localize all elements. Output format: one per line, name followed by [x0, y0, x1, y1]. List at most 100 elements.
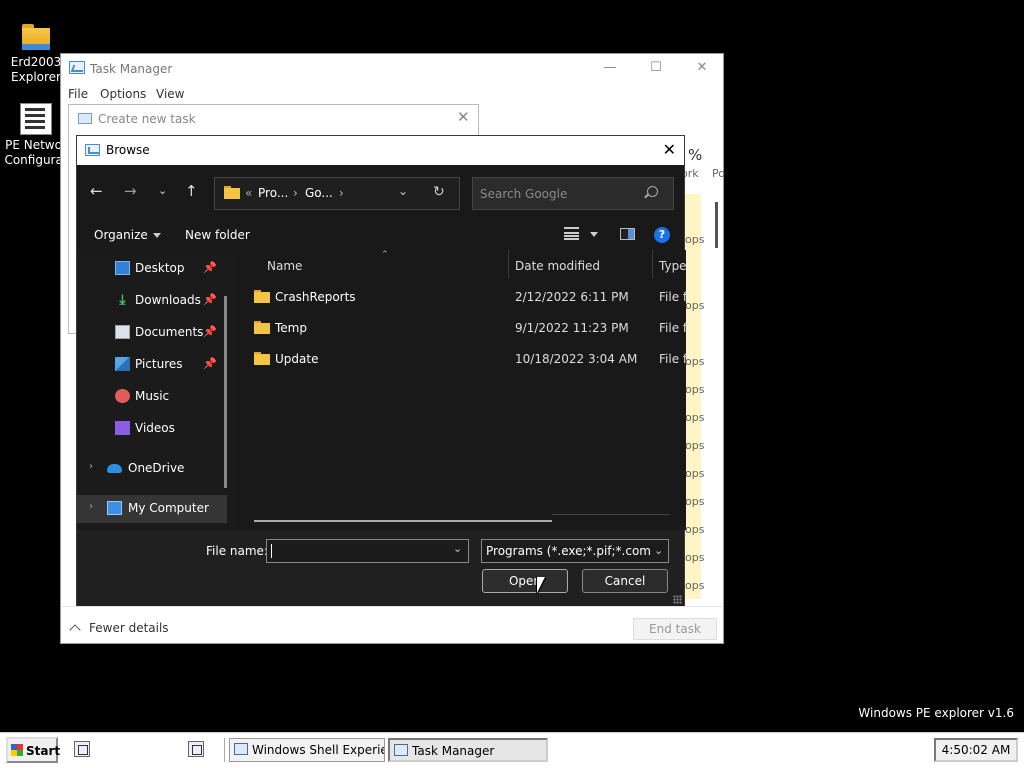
menu-file[interactable]: File — [68, 87, 88, 101]
view-list-icon[interactable] — [564, 227, 579, 240]
file-name-input[interactable] — [271, 543, 449, 559]
file-date: 9/1/2022 11:23 PM — [515, 321, 629, 335]
desktop: Erd2003 Explorer PE Networ Configurat Ta… — [0, 0, 1024, 768]
cancel-button[interactable]: Cancel — [582, 569, 668, 593]
organize-button[interactable]: Organize — [94, 228, 161, 242]
menu-view[interactable]: View — [156, 87, 184, 101]
browse-titlebar[interactable]: Browse ✕ — [77, 136, 684, 165]
preview-pane-icon[interactable] — [620, 228, 635, 240]
nav-label: Desktop — [135, 261, 185, 275]
create-task-close-button[interactable]: ✕ — [457, 108, 470, 126]
address-ellipsis[interactable]: « — [245, 186, 252, 200]
column-header-power[interactable]: Po — [712, 167, 725, 180]
browse-icon — [85, 144, 100, 156]
end-task-button[interactable]: End task — [633, 618, 717, 640]
pin-icon[interactable]: 📌 — [203, 357, 217, 370]
menu-options[interactable]: Options — [100, 87, 146, 101]
pin-icon[interactable]: 📌 — [203, 261, 217, 274]
nav-item-music[interactable]: Music — [77, 383, 227, 411]
resize-grip[interactable] — [673, 595, 682, 604]
nav-item-downloads[interactable]: ⤓ Downloads 📌 — [77, 287, 227, 315]
view-options-caret-icon[interactable] — [590, 232, 598, 237]
column-header-name[interactable]: Name — [267, 259, 302, 273]
nav-item-onedrive[interactable]: › OneDrive — [77, 455, 227, 483]
back-arrow-icon[interactable]: ← — [90, 182, 103, 200]
chevron-right-icon[interactable]: › — [293, 186, 298, 200]
file-row[interactable]: CrashReports 2/12/2022 6:11 PM File fold… — [251, 282, 686, 312]
file-row[interactable]: Update 10/18/2022 3:04 AM File folder — [251, 344, 686, 374]
quick-launch-icon[interactable] — [74, 741, 90, 757]
column-separator[interactable] — [652, 250, 653, 278]
column-separator[interactable] — [508, 250, 509, 278]
file-date: 2/12/2022 6:11 PM — [515, 290, 629, 304]
address-segment-google[interactable]: Go... — [305, 186, 333, 200]
command-bar: Organize New folder ? — [77, 220, 684, 250]
nav-item-documents[interactable]: Documents 📌 — [77, 319, 227, 347]
nav-item-pictures[interactable]: Pictures 📌 — [77, 351, 227, 379]
file-type: File folder — [659, 290, 686, 304]
nav-label: Downloads — [135, 293, 201, 307]
minimize-button[interactable]: — — [587, 54, 633, 84]
refresh-icon[interactable]: ↻ — [433, 184, 445, 200]
taskbar-item-task-manager[interactable]: Task Manager — [388, 738, 548, 762]
address-segment-programs[interactable]: Pro... — [258, 186, 288, 200]
recent-locations-chevron-icon[interactable]: ⌄ — [158, 184, 167, 197]
chevron-down-icon[interactable]: ⌄ — [453, 542, 462, 555]
taskbar-clock: 4:50:02 AM — [934, 738, 1018, 762]
maximize-button[interactable]: ☐ — [633, 54, 679, 84]
vertical-scrollbar[interactable] — [715, 202, 718, 248]
task-manager-titlebar[interactable]: Task Manager — ☐ ✕ — [61, 54, 723, 84]
nav-item-my-computer[interactable]: › My Computer — [77, 495, 227, 523]
forward-arrow-icon[interactable]: → — [124, 182, 137, 200]
search-icon[interactable] — [647, 186, 658, 197]
column-header-date[interactable]: Date modified — [515, 259, 600, 273]
navigation-scrollbar[interactable] — [224, 296, 227, 488]
task-manager-icon — [394, 744, 408, 756]
task-manager-footer: Fewer details End task — [61, 606, 723, 644]
pin-icon[interactable]: 📌 — [203, 325, 217, 338]
nav-item-videos[interactable]: Videos — [77, 415, 227, 443]
file-type: File folder — [659, 352, 686, 366]
navigation-pane: Desktop 📌 ⤓ Downloads 📌 Documents 📌 Pict… — [77, 250, 235, 530]
nav-item-desktop[interactable]: Desktop 📌 — [77, 255, 227, 283]
fewer-details-button[interactable]: Fewer details — [69, 621, 169, 636]
computer-icon — [107, 501, 122, 515]
file-row[interactable]: Temp 9/1/2022 11:23 PM File folder — [251, 313, 686, 343]
nav-label: Videos — [135, 421, 175, 435]
close-button[interactable]: ✕ — [679, 54, 725, 84]
network-column — [685, 194, 701, 599]
search-input[interactable] — [480, 185, 640, 203]
help-icon[interactable]: ? — [654, 227, 670, 243]
taskbar-item-label: Task Manager — [412, 744, 495, 758]
address-bar[interactable]: « Pro... › Go... › ⌄ ↻ — [214, 177, 460, 210]
file-name: CrashReports — [275, 290, 356, 304]
caret-down-icon — [152, 233, 161, 238]
network-value: ops — [685, 467, 705, 480]
up-arrow-icon[interactable]: ↑ — [185, 182, 198, 200]
search-box[interactable] — [472, 177, 674, 210]
new-folder-button[interactable]: New folder — [185, 228, 250, 242]
browse-close-button[interactable]: ✕ — [663, 140, 676, 159]
taskbar-item-shell[interactable]: Windows Shell Experienc... — [229, 738, 385, 762]
file-name-combobox[interactable]: ⌄ — [266, 539, 469, 563]
chevron-right-icon[interactable]: › — [339, 186, 344, 200]
windows-flag-icon — [11, 744, 23, 756]
task-manager-title: Task Manager — [90, 62, 173, 76]
start-button[interactable]: Start — [6, 737, 61, 763]
column-header-type[interactable]: Type — [659, 259, 687, 273]
address-dropdown-icon[interactable]: ⌄ — [398, 184, 408, 198]
open-button[interactable]: Open — [482, 569, 568, 593]
chevron-down-icon[interactable]: ⌄ — [654, 544, 668, 557]
start-label: Start — [26, 744, 61, 758]
file-name: Temp — [275, 321, 307, 335]
horizontal-scrollbar[interactable] — [254, 520, 552, 522]
run-icon — [78, 113, 92, 124]
quick-launch-icon[interactable] — [188, 741, 204, 757]
network-value: ops — [685, 233, 705, 246]
expand-chevron-icon[interactable]: › — [89, 461, 93, 472]
file-type-select[interactable]: Programs (*.exe;*.pif;*.com;*.bat;*.cmd)… — [481, 539, 669, 563]
pin-icon[interactable]: 📌 — [203, 293, 217, 306]
chevron-up-icon — [69, 624, 81, 636]
expand-chevron-icon[interactable]: › — [89, 501, 93, 512]
nav-label: Pictures — [135, 357, 183, 371]
